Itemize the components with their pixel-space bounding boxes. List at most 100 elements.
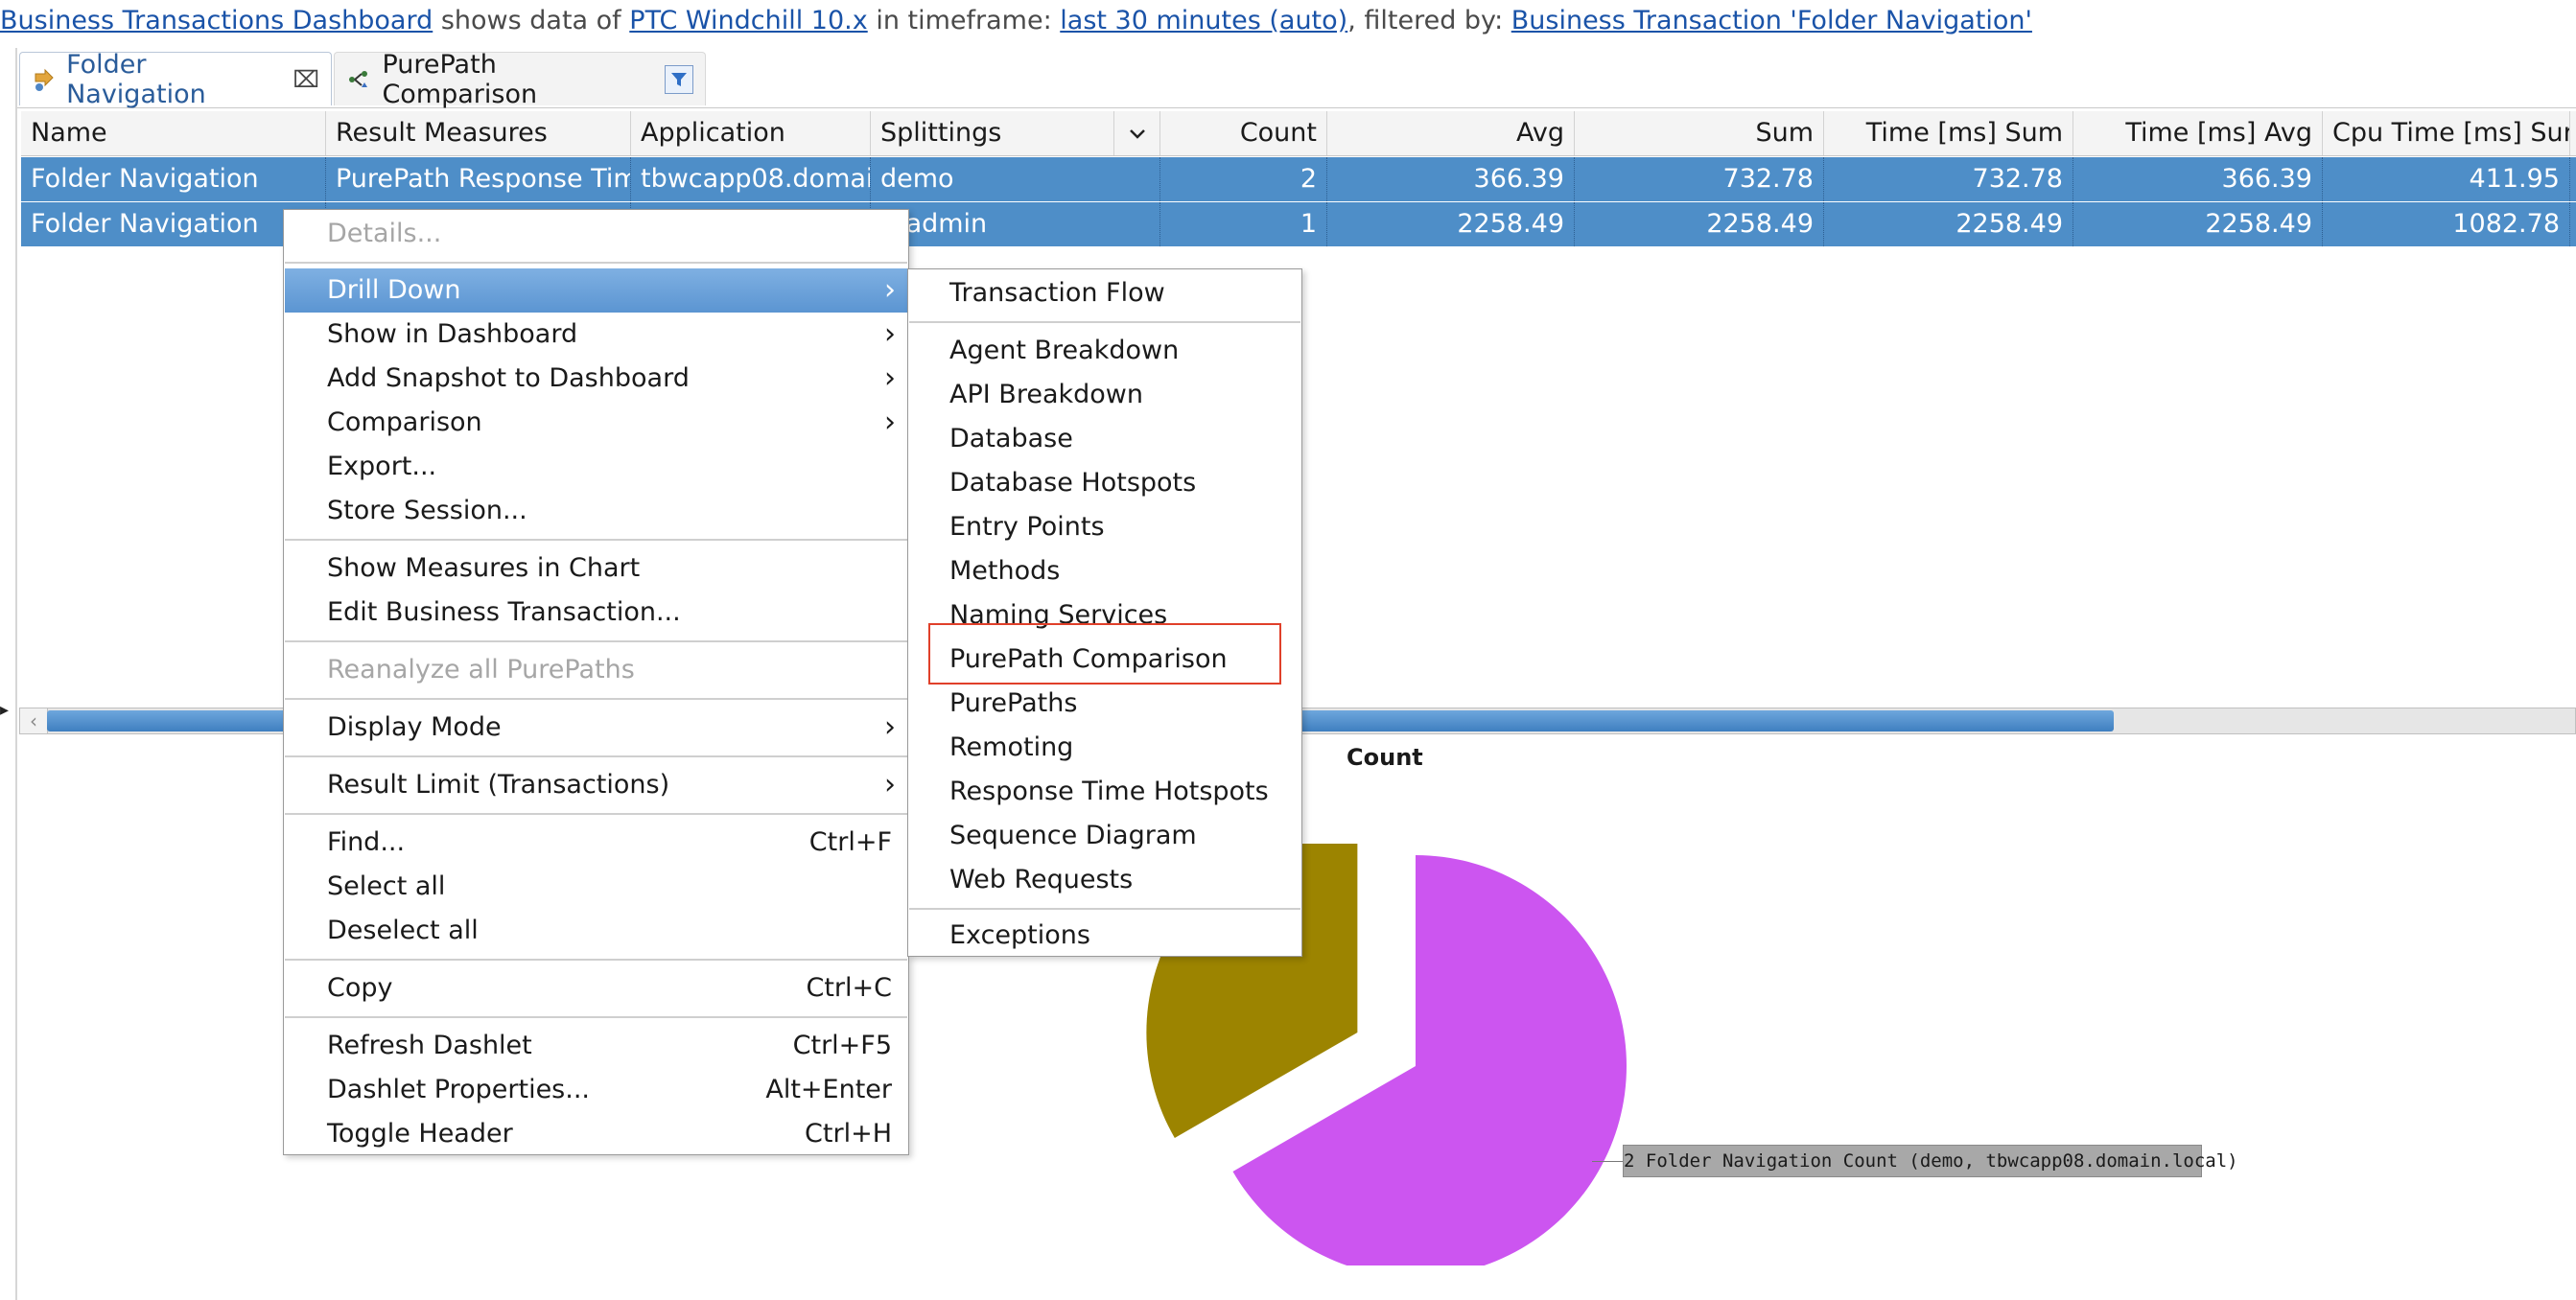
menu-separator bbox=[285, 539, 907, 541]
submenu-item-sequence-diagram[interactable]: Sequence Diagram bbox=[909, 814, 1300, 858]
purepath-comparison-icon bbox=[346, 65, 378, 94]
chevron-right-icon: › bbox=[884, 710, 896, 744]
cell-application: tbwcapp08.domai bbox=[631, 157, 871, 201]
column-header-sum[interactable]: Sum bbox=[1575, 111, 1824, 155]
menu-item-comparison[interactable]: Comparison › bbox=[285, 401, 907, 445]
shortcut-label: Ctrl+F5 bbox=[792, 1031, 892, 1060]
tab-label: PurePath Comparison bbox=[382, 49, 538, 109]
table-header: Name Result Measures Application Splitti… bbox=[21, 111, 2576, 156]
table-row[interactable]: Folder Navigation PurePath Response Tim … bbox=[21, 157, 2576, 201]
column-header-name[interactable]: Name bbox=[21, 111, 326, 155]
timeframe-link[interactable]: last 30 minutes (auto) bbox=[1060, 6, 1347, 35]
submenu-item-purepath-comparison[interactable]: PurePath Comparison bbox=[909, 638, 1300, 682]
shortcut-label: Alt+Enter bbox=[765, 1075, 892, 1104]
submenu-item-agent-breakdown[interactable]: Agent Breakdown bbox=[909, 329, 1300, 373]
menu-item-select-all[interactable]: Select all bbox=[285, 865, 907, 909]
folder-navigation-icon bbox=[32, 65, 62, 94]
column-header-time-avg[interactable]: Time [ms] Avg bbox=[2073, 111, 2323, 155]
menu-item-show-measures-in-chart[interactable]: Show Measures in Chart bbox=[285, 546, 907, 591]
menu-separator bbox=[285, 262, 907, 264]
menu-separator bbox=[909, 908, 1300, 910]
submenu-item-api-breakdown[interactable]: API Breakdown bbox=[909, 373, 1300, 417]
menu-item-edit-business-transaction[interactable]: Edit Business Transaction... bbox=[285, 591, 907, 635]
column-header-avg[interactable]: Avg bbox=[1327, 111, 1575, 155]
cell-avg: 366.39 bbox=[1327, 157, 1575, 201]
chevron-right-icon: › bbox=[884, 361, 896, 395]
menu-item-copy[interactable]: Copy Ctrl+C bbox=[285, 966, 907, 1010]
filter-link[interactable]: Business Transaction 'Folder Navigation' bbox=[1511, 6, 2032, 35]
submenu-item-database[interactable]: Database bbox=[909, 417, 1300, 461]
cell-name: Folder Navigation bbox=[21, 157, 326, 201]
menu-item-details: Details... bbox=[327, 219, 442, 248]
submenu-item-response-time-hotspots[interactable]: Response Time Hotspots bbox=[909, 770, 1300, 814]
menu-item-add-snapshot[interactable]: Add Snapshot to Dashboard › bbox=[285, 357, 907, 401]
column-header-splittings[interactable]: Splittings bbox=[871, 111, 1114, 155]
menu-item-export[interactable]: Export... bbox=[285, 445, 907, 489]
menu-separator bbox=[285, 959, 907, 961]
cell-name: Folder Navigation bbox=[21, 202, 326, 246]
cell-splittings: ytadmin bbox=[871, 202, 1160, 246]
chevron-right-icon: › bbox=[884, 317, 896, 351]
sort-chevron-down-icon[interactable] bbox=[1114, 111, 1160, 155]
menu-item-deselect-all[interactable]: Deselect all bbox=[285, 909, 907, 953]
column-header-time-sum[interactable]: Time [ms] Sum bbox=[1824, 111, 2073, 155]
scroll-left-icon[interactable]: ‹ bbox=[20, 708, 48, 733]
column-header-application[interactable]: Application bbox=[631, 111, 871, 155]
column-header-cpu-time-sum[interactable]: Cpu Time [ms] Sur bbox=[2323, 111, 2570, 155]
column-header-more[interactable]: C bbox=[2570, 111, 2576, 155]
menu-separator bbox=[285, 698, 907, 700]
shortcut-label: Ctrl+H bbox=[805, 1119, 892, 1149]
submenu-item-naming-services[interactable]: Naming Services bbox=[909, 593, 1300, 638]
menu-item-toggle-header[interactable]: Toggle Header Ctrl+H bbox=[285, 1112, 907, 1156]
dashlet-tab-strip: Folder Navigation ⌧ PurePath Comparison bbox=[17, 48, 2576, 109]
info-text-filtered: , filtered by: bbox=[1347, 6, 1511, 35]
cell-count: 1 bbox=[1160, 202, 1327, 246]
submenu-item-remoting[interactable]: Remoting bbox=[909, 726, 1300, 770]
tab-folder-navigation[interactable]: Folder Navigation ⌧ bbox=[19, 50, 332, 109]
menu-item-store-session[interactable]: Store Session... bbox=[285, 489, 907, 533]
left-gutter bbox=[15, 48, 17, 1300]
cell-time-avg: 366.39 bbox=[2073, 157, 2323, 201]
info-text-shows: shows data of bbox=[433, 6, 630, 35]
context-menu: Details... Drill Down › Show in Dashboard… bbox=[283, 209, 909, 1155]
submenu-item-entry-points[interactable]: Entry Points bbox=[909, 505, 1300, 549]
cell-sum: 2258.49 bbox=[1575, 202, 1824, 246]
shortcut-label: Ctrl+C bbox=[806, 973, 892, 1003]
submenu-item-exceptions[interactable]: Exceptions bbox=[909, 914, 1300, 958]
cell-cpu-time-sum: 1082.78 bbox=[2323, 202, 2570, 246]
cell-cpu-time-sum: 411.95 bbox=[2323, 157, 2570, 201]
drilldown-submenu: Transaction Flow Agent Breakdown API Bre… bbox=[907, 268, 1302, 957]
menu-item-refresh-dashlet[interactable]: Refresh Dashlet Ctrl+F5 bbox=[285, 1024, 907, 1068]
menu-item-dashlet-properties[interactable]: Dashlet Properties... Alt+Enter bbox=[285, 1068, 907, 1112]
cell-time-sum: 2258.49 bbox=[1824, 202, 2073, 246]
menu-item-display-mode[interactable]: Display Mode › bbox=[285, 706, 907, 750]
chevron-right-icon: › bbox=[884, 768, 896, 801]
menu-separator bbox=[285, 640, 907, 642]
column-header-count[interactable]: Count bbox=[1160, 111, 1327, 155]
submenu-item-methods[interactable]: Methods bbox=[909, 549, 1300, 593]
callout-leader-line bbox=[1592, 1161, 1623, 1162]
close-icon[interactable]: ⌧ bbox=[293, 66, 319, 93]
system-profile-link[interactable]: PTC Windchill 10.x bbox=[629, 6, 867, 35]
menu-item-drill-down[interactable]: Drill Down › bbox=[285, 268, 907, 313]
dashboard-link[interactable]: Business Transactions Dashboard bbox=[0, 6, 433, 35]
tab-purepath-comparison[interactable]: PurePath Comparison bbox=[334, 50, 706, 109]
info-text-timeframe: in timeframe: bbox=[867, 6, 1061, 35]
filter-icon[interactable] bbox=[665, 64, 693, 94]
menu-item-find[interactable]: Find... Ctrl+F bbox=[285, 821, 907, 865]
submenu-item-transaction-flow[interactable]: Transaction Flow bbox=[909, 271, 1300, 315]
cell-result-measures: PurePath Response Tim bbox=[326, 157, 631, 201]
submenu-item-web-requests[interactable]: Web Requests bbox=[909, 858, 1300, 902]
dashboard-info-bar: Business Transactions Dashboard shows da… bbox=[0, 0, 2576, 44]
collapse-arrow-icon[interactable]: ▸ bbox=[0, 700, 9, 720]
cell-time-sum: 732.78 bbox=[1824, 157, 2073, 201]
cell-splittings: demo bbox=[871, 157, 1160, 201]
submenu-item-purepaths[interactable]: PurePaths bbox=[909, 682, 1300, 726]
cell-avg: 2258.49 bbox=[1327, 202, 1575, 246]
column-header-result-measures[interactable]: Result Measures bbox=[326, 111, 631, 155]
submenu-item-database-hotspots[interactable]: Database Hotspots bbox=[909, 461, 1300, 505]
menu-item-result-limit[interactable]: Result Limit (Transactions) › bbox=[285, 763, 907, 807]
menu-item-show-in-dashboard[interactable]: Show in Dashboard › bbox=[285, 313, 907, 357]
menu-item-reanalyze: Reanalyze all PurePaths bbox=[327, 655, 635, 685]
menu-separator bbox=[909, 321, 1300, 323]
